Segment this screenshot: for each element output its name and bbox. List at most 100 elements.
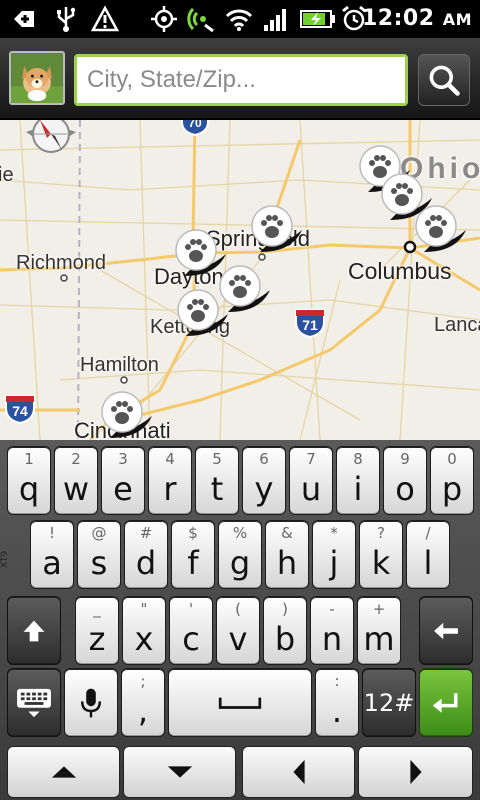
key-y[interactable]: 6y: [242, 446, 286, 515]
key-h[interactable]: & h: [265, 520, 309, 589]
arrow-right-icon: [409, 759, 422, 785]
key-primary-label: u: [300, 470, 322, 508]
key-v[interactable]: (v: [216, 596, 260, 665]
key-f[interactable]: $ f: [171, 520, 215, 589]
comma-key-primary: ,: [137, 692, 149, 730]
map-view[interactable]: 70 71 74 ie Richmond Dayton Springfield …: [0, 120, 480, 440]
key-secondary-label: %: [232, 524, 248, 542]
key-w[interactable]: 2w: [54, 446, 98, 515]
key-t[interactable]: 5t: [195, 446, 239, 515]
key-secondary-label: 1: [24, 450, 34, 468]
key-secondary-label: 7: [306, 450, 316, 468]
shift-key[interactable]: [7, 596, 61, 665]
cursor-down-key[interactable]: [123, 746, 236, 798]
key-primary-label: y: [254, 470, 274, 508]
cursor-left-key[interactable]: [242, 746, 355, 798]
city-label: ie: [0, 164, 14, 186]
key-c[interactable]: ' c: [169, 596, 213, 665]
search-button[interactable]: [418, 54, 470, 106]
key-primary-label: z: [88, 620, 106, 658]
clock-time: 12:02: [361, 6, 435, 31]
highway-shield-74-label: 74: [12, 403, 28, 419]
key-l[interactable]: / l: [406, 520, 450, 589]
key-primary-label: f: [187, 544, 199, 582]
highway-shield-70: 70: [180, 120, 210, 137]
key-secondary-label: ): [282, 600, 288, 618]
enter-arrow-icon: [432, 692, 458, 713]
key-primary-label: h: [276, 544, 298, 582]
search-input[interactable]: [74, 54, 408, 106]
avatar[interactable]: [9, 51, 65, 105]
city-label: Hamilton: [80, 354, 159, 376]
battery-charging-icon: [300, 5, 336, 33]
key-primary-label: b: [274, 620, 296, 658]
xt9-label: XT9: [0, 550, 10, 568]
city-label: Richmond: [16, 252, 107, 274]
key-r[interactable]: 4r: [148, 446, 192, 515]
key-secondary-label: 6: [259, 450, 269, 468]
key-a[interactable]: ! a: [30, 520, 74, 589]
key-e[interactable]: 3e: [101, 446, 145, 515]
symbols-key[interactable]: 12#: [362, 668, 416, 737]
key-primary-label: q: [18, 470, 40, 508]
arrow-left-icon: [292, 759, 305, 785]
key-p[interactable]: 0p: [430, 446, 474, 515]
comma-key[interactable]: ; ,: [121, 668, 165, 737]
key-secondary-label: 9: [400, 450, 410, 468]
space-key[interactable]: [168, 668, 312, 737]
key-primary-label: l: [423, 544, 433, 582]
key-d[interactable]: # d: [124, 520, 168, 589]
signal-icon: [262, 5, 290, 33]
key-n[interactable]: -n: [310, 596, 354, 665]
key-primary-label: s: [90, 544, 108, 582]
key-g[interactable]: % g: [218, 520, 262, 589]
cursor-right-key[interactable]: [358, 746, 473, 798]
key-x[interactable]: " x: [122, 596, 166, 665]
key-k[interactable]: ? k: [359, 520, 403, 589]
paw-print-pin-icon[interactable]: [410, 204, 470, 254]
period-key-secondary: :: [334, 672, 340, 690]
key-secondary-label: 2: [71, 450, 81, 468]
highway-shield-71-label: 71: [302, 317, 318, 333]
key-m[interactable]: + m: [357, 596, 401, 665]
search-icon: [429, 65, 460, 96]
enter-key[interactable]: [419, 668, 473, 737]
key-secondary-label: 4: [165, 450, 175, 468]
key-o[interactable]: 9o: [383, 446, 427, 515]
paw-print-pin-icon[interactable]: [96, 390, 156, 440]
key-secondary-label: 0: [447, 450, 457, 468]
backspace-key[interactable]: [419, 596, 473, 665]
key-primary-label: n: [321, 620, 343, 658]
key-secondary-label: &: [281, 524, 293, 542]
highway-shield-71: 71: [294, 308, 326, 339]
paw-print-pin-icon[interactable]: [246, 204, 306, 254]
key-s[interactable]: @ s: [77, 520, 121, 589]
shift-arrow-icon: [23, 620, 45, 641]
keyboard-settings-key[interactable]: [7, 668, 61, 737]
key-primary-label: w: [62, 470, 90, 508]
key-secondary-label: -: [329, 600, 335, 618]
cursor-up-key[interactable]: [7, 746, 120, 798]
compass-icon[interactable]: [20, 120, 82, 164]
key-secondary-label: ': [188, 600, 194, 618]
key-q[interactable]: 1q: [7, 446, 51, 515]
key-primary-label: d: [135, 544, 157, 582]
key-secondary-label: #: [139, 524, 153, 542]
add-notification-icon: [10, 5, 38, 33]
paw-print-pin-icon[interactable]: [172, 288, 232, 338]
space-bar-icon: [218, 697, 262, 709]
voice-input-key[interactable]: [64, 668, 118, 737]
key-primary-label: j: [329, 544, 339, 582]
period-key[interactable]: : .: [315, 668, 359, 737]
key-secondary-label: _: [93, 600, 101, 618]
key-i[interactable]: 8i: [336, 446, 380, 515]
key-j[interactable]: * j: [312, 520, 356, 589]
comma-key-secondary: ;: [140, 672, 146, 690]
key-b[interactable]: ) b: [263, 596, 307, 665]
sync-icon: [187, 5, 215, 33]
key-primary-label: m: [363, 620, 395, 658]
key-secondary-label: 5: [212, 450, 222, 468]
key-z[interactable]: _ z: [75, 596, 119, 665]
key-secondary-label: 3: [118, 450, 128, 468]
key-u[interactable]: 7u: [289, 446, 333, 515]
